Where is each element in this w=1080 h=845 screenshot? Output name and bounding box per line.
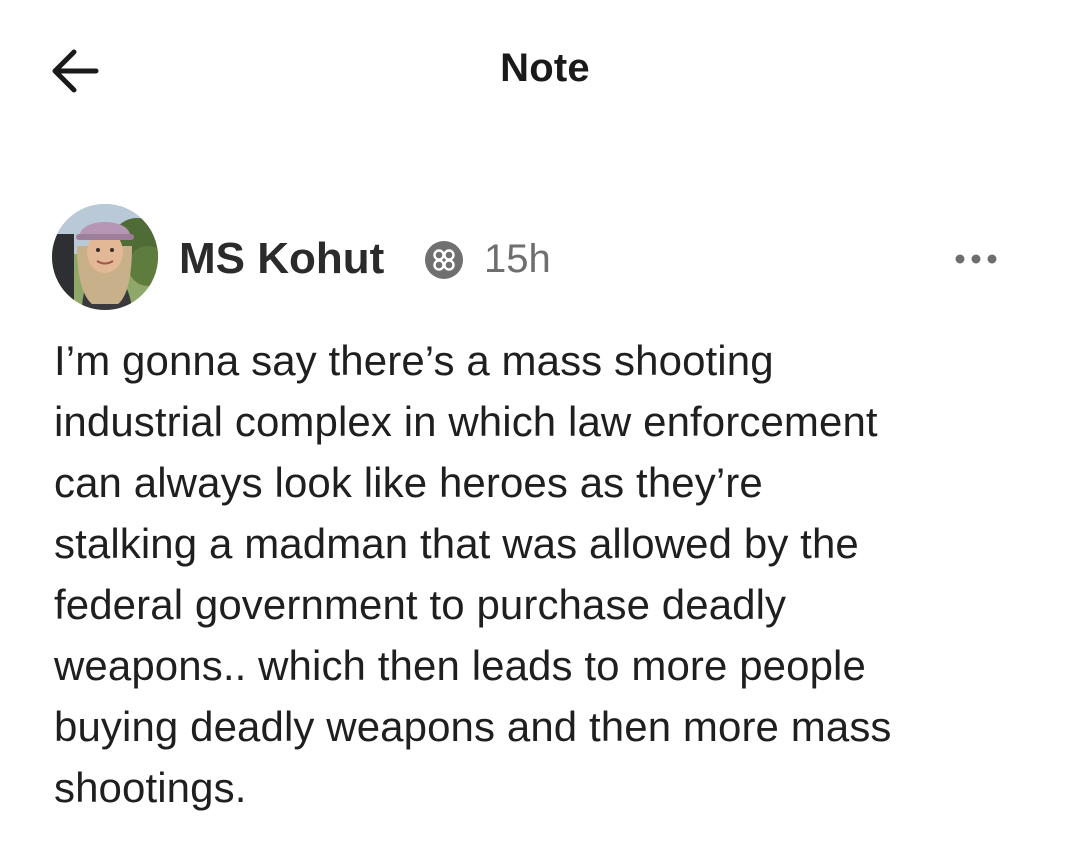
more-horizontal-icon [955, 254, 997, 264]
post-timestamp: 15h [484, 237, 551, 281]
post-body-line: I’m gonna say there’s a mass shooting [54, 337, 774, 384]
post-body-line: buying deadly weapons and then more mass [54, 703, 892, 750]
avatar-image [52, 204, 158, 310]
post-body-line: can always look like heroes as they’re [54, 459, 763, 506]
more-options-button[interactable] [948, 242, 1008, 276]
avatar[interactable] [52, 204, 158, 310]
subscriber-badge-icon [424, 240, 464, 280]
post-body-line: stalking a madman that was allowed by th… [54, 520, 859, 567]
post-body-line: federal government to purchase deadly [54, 581, 787, 628]
post-body-line: industrial complex in which law enforcem… [54, 398, 878, 445]
post-body: I’m gonna say there’s a mass shooting in… [54, 330, 1044, 818]
post-body-line: shootings. [54, 764, 247, 811]
post-header: MS Kohut 15h [52, 204, 1012, 314]
author-name[interactable]: MS Kohut [179, 234, 384, 284]
top-bar: Note [0, 0, 1080, 140]
page-title: Note [500, 46, 590, 90]
post-body-line: weapons.. which then leads to more peopl… [54, 642, 866, 689]
